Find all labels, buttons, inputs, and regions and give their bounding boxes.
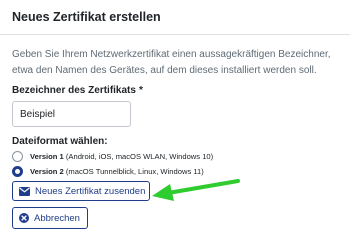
intro-text: Geben Sie Ihrem Netzwerkzertifikat einen…	[12, 49, 331, 76]
format-option-version-1[interactable]: Version 1 (Android, iOS, macOS WLAN, Win…	[12, 151, 213, 162]
green-arrow-icon	[152, 179, 240, 201]
file-format-label: Dateiformat wählen:	[12, 136, 108, 147]
radio-version-2[interactable]	[12, 166, 23, 177]
certificate-name-label: Bezeichner des Zertifikats *	[12, 85, 143, 96]
format-option-name: Version 2	[30, 167, 64, 176]
dialog-title: Neues Zertifikat erstellen	[12, 10, 161, 24]
cancel-button[interactable]: Abbrechen	[12, 207, 88, 229]
required-marker: *	[138, 85, 143, 96]
radio-version-1[interactable]	[12, 151, 23, 162]
title-divider	[0, 34, 350, 35]
create-certificate-dialog: Neues Zertifikat erstellen Geben Sie Ihr…	[0, 0, 350, 251]
certificate-name-input[interactable]	[12, 101, 131, 127]
certificate-name-label-text: Bezeichner des Zertifikats	[12, 85, 136, 96]
send-certificate-label: Neues Zertifikat zusenden	[35, 185, 146, 197]
format-option-name: Version 1	[30, 152, 64, 161]
format-option-details: (Android, iOS, macOS WLAN, Windows 10)	[63, 152, 214, 161]
cancel-label: Abbrechen	[34, 212, 80, 224]
format-option-label: Version 2 (macOS Tunnelblick, Linux, Win…	[30, 167, 204, 176]
format-option-label: Version 1 (Android, iOS, macOS WLAN, Win…	[30, 152, 213, 161]
close-circle-icon	[19, 213, 29, 223]
format-option-details: (macOS Tunnelblick, Linux, Windows 11)	[63, 167, 204, 176]
envelope-icon	[19, 186, 30, 196]
send-certificate-button[interactable]: Neues Zertifikat zusenden	[12, 181, 150, 201]
